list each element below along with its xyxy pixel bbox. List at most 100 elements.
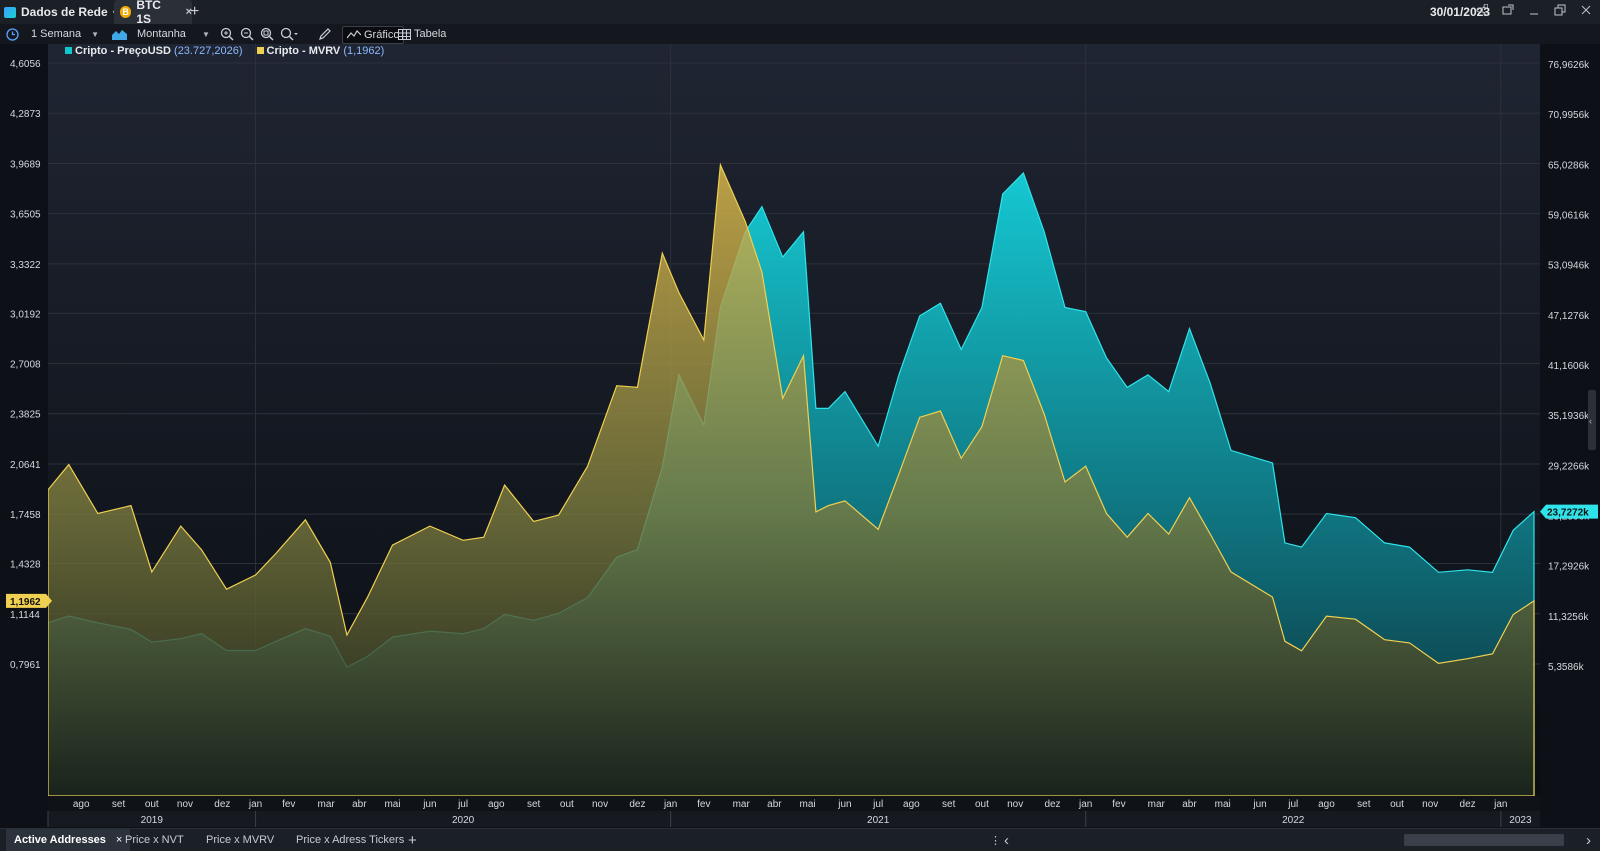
chart-view-button[interactable]: Gráfico: [342, 26, 405, 44]
month-tick-label: set: [112, 799, 126, 810]
year-tick-label: 2023: [1509, 815, 1532, 826]
right-tick-label: 53,0946k: [1548, 261, 1590, 272]
month-tick-label: nov: [1007, 799, 1023, 810]
right-tick-label: 17,2926k: [1548, 562, 1590, 573]
tab-price-nvt[interactable]: Price x NVT: [125, 829, 184, 851]
month-tick-label: out: [1390, 799, 1404, 810]
legend-item-price[interactable]: Cripto - PreçoUSD (23.727,2026): [65, 45, 243, 57]
month-tick-label: jun: [422, 799, 436, 810]
right-tick-label: 65,0286k: [1548, 160, 1590, 171]
left-tick-label: 2,7008: [10, 360, 41, 371]
pencil-icon: [319, 28, 331, 40]
bitcoin-icon: B: [120, 6, 132, 18]
month-tick-label: fev: [282, 799, 295, 810]
zoom-controls: [220, 26, 298, 42]
tab-label: Active Addresses: [14, 834, 106, 846]
table-view-button[interactable]: Tabela: [398, 26, 446, 42]
left-tick-label: 3,0192: [10, 309, 41, 320]
drawing-tools[interactable]: [318, 26, 332, 42]
month-tick-label: nov: [1422, 799, 1438, 810]
month-tick-label: jun: [837, 799, 851, 810]
new-tab-button[interactable]: +: [190, 3, 199, 21]
app-chart-icon: [4, 6, 16, 18]
legend-price-name: Cripto - PreçoUSD: [75, 45, 171, 57]
chart-type-dropdown-icon: ▼: [201, 29, 210, 39]
right-edge-handle[interactable]: ‹: [1588, 390, 1596, 450]
month-tick-label: mai: [800, 799, 816, 810]
month-tick-label: jun: [1252, 799, 1266, 810]
month-tick-label: abr: [1182, 799, 1197, 810]
table-view-label: Tabela: [414, 28, 447, 40]
tab-price-mvrv[interactable]: Price x MVRV: [206, 829, 274, 851]
month-tick-label: ago: [488, 799, 505, 810]
month-tick-label: set: [527, 799, 541, 810]
app-tab[interactable]: Dados de Rede ^: [4, 0, 119, 24]
period-selector[interactable]: 1 Semana ▼: [6, 26, 99, 42]
month-tick-label: mar: [1148, 799, 1166, 810]
month-tick-label: dez: [1460, 799, 1476, 810]
right-tick-label: 70,9956k: [1548, 110, 1590, 121]
chart-type-selector[interactable]: Montanha ▼: [112, 26, 210, 42]
zoom-in-icon[interactable]: [220, 27, 234, 41]
month-tick-label: out: [975, 799, 989, 810]
right-current-value-badge: 23,7272k: [1540, 504, 1598, 519]
month-tick-label: ago: [1318, 799, 1335, 810]
month-tick-label: jul: [457, 799, 468, 810]
left-tick-label: 1,1144: [10, 610, 40, 621]
svg-text:‹: ‹: [1589, 416, 1592, 426]
year-tick-label: 2019: [141, 815, 164, 826]
left-tick-label: 1,4328: [10, 560, 41, 571]
year-tick-label: 2022: [1282, 815, 1305, 826]
left-tick-label: 1,7458: [10, 510, 41, 521]
zoom-fit-icon[interactable]: [260, 27, 274, 41]
more-options-icon[interactable]: ⋮: [990, 829, 1001, 851]
month-tick-label: fev: [1112, 799, 1125, 810]
symbol-tab[interactable]: B BTC 1S ×: [114, 0, 192, 26]
close-bottom-tab-icon[interactable]: ×: [116, 834, 122, 846]
month-tick-label: jan: [1493, 799, 1507, 810]
zoom-out-icon[interactable]: [240, 27, 254, 41]
mvrv-current-value: 1,1962: [10, 597, 41, 608]
tab-active-addresses[interactable]: Active Addresses ×: [6, 829, 131, 851]
left-current-value-badge: 1,1962: [6, 593, 52, 608]
chart-type-label: Montanha: [137, 28, 186, 40]
mvrv-swatch-icon: [256, 47, 264, 54]
popout-icon[interactable]: [1502, 4, 1514, 16]
month-tick-label: mai: [384, 799, 400, 810]
month-tick-label: jan: [1078, 799, 1092, 810]
close-window-icon[interactable]: [1580, 4, 1592, 16]
month-tick-label: dez: [1044, 799, 1060, 810]
period-dropdown-icon: ▼: [91, 29, 100, 39]
left-tick-label: 0,7961: [10, 660, 41, 671]
right-tick-label: 76,9626k: [1548, 60, 1590, 71]
left-tick-label: 4,2873: [10, 109, 41, 120]
right-tick-label: 5,3586k: [1548, 662, 1585, 673]
right-tick-label: 41,1606k: [1548, 361, 1590, 372]
add-bottom-tab-button[interactable]: +: [408, 829, 417, 851]
restore-icon[interactable]: [1554, 4, 1566, 16]
month-tick-label: nov: [177, 799, 193, 810]
month-axis-bg: [48, 796, 1540, 811]
right-tick-label: 47,1276k: [1548, 311, 1590, 322]
bottom-tab-bar: Active Addresses × Price x NVT Price x M…: [0, 828, 1600, 851]
tab-price-address-tickers[interactable]: Price x Adress Tickers: [296, 829, 404, 851]
price-swatch-icon: [65, 47, 72, 54]
chart-view-label: Gráfico: [364, 29, 400, 41]
chart-area[interactable]: 4,6056 4,2873 3,9689 3,6505 3,3322 3,0192 2,70…: [0, 44, 1600, 828]
legend-mvrv-name: Cripto - MVRV: [266, 45, 341, 57]
scroll-right-button[interactable]: ›: [1586, 829, 1591, 851]
share-icon[interactable]: [1476, 4, 1488, 16]
tab-label: Price x MVRV: [206, 834, 275, 846]
zoom-reset-icon[interactable]: [280, 27, 298, 41]
month-tick-label: jan: [248, 799, 262, 810]
top-tab-bar: Dados de Rede ^ B BTC 1S × + 30/01/2023: [0, 0, 1600, 26]
month-tick-label: out: [560, 799, 574, 810]
year-axis-bg: [48, 811, 1540, 827]
tab-label: Price x NVT: [125, 834, 184, 846]
minimize-icon[interactable]: [1528, 4, 1540, 16]
horizontal-scrollbar[interactable]: [1404, 834, 1564, 846]
scroll-left-button[interactable]: ‹: [1004, 829, 1009, 851]
month-tick-label: dez: [629, 799, 645, 810]
legend-item-mvrv[interactable]: Cripto - MVRV (1,1962): [256, 45, 384, 57]
month-tick-label: jul: [1287, 799, 1298, 810]
